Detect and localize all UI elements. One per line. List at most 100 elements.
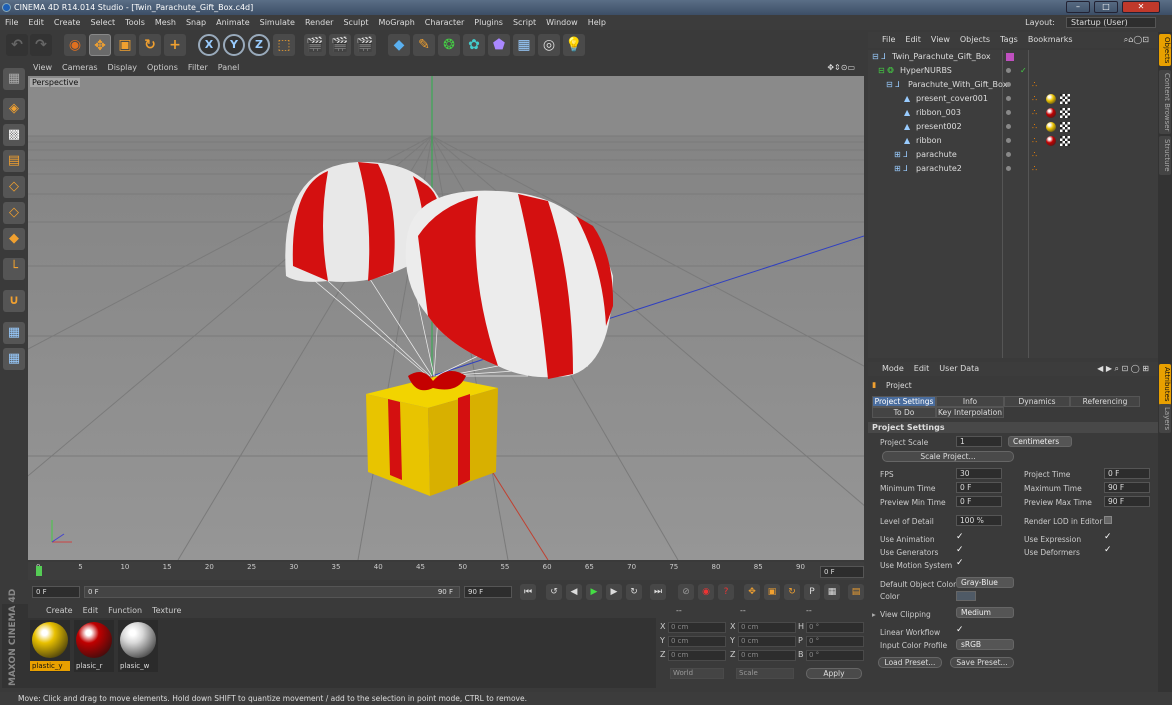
use-generators-checkbox[interactable]: ✓ [956, 545, 964, 555]
pos-z-field[interactable]: 0 cm [668, 650, 726, 661]
camera-icon[interactable]: ◎ [538, 34, 560, 56]
rot-b-field[interactable]: 0 ° [806, 650, 864, 661]
min-time-field[interactable]: 0 F [956, 482, 1002, 493]
visibility-dot[interactable] [1006, 110, 1011, 115]
menu-plugins[interactable]: Plugins [469, 15, 508, 30]
color-swatch[interactable] [956, 591, 976, 601]
obj-menu-bookmarks[interactable]: Bookmarks [1023, 32, 1078, 48]
attr-nav-icons[interactable]: ◀ ▶ ⌕ ⊡ ◯ ⊞ [1092, 362, 1154, 376]
pos-x-field[interactable]: 0 cm [668, 622, 726, 633]
grid-workplane-icon[interactable]: ▦ [3, 322, 25, 344]
viewport-menu-cameras[interactable]: Cameras [57, 60, 103, 76]
scale-tool-icon[interactable]: ▣ [114, 34, 136, 56]
3d-viewport[interactable]: Perspective [28, 76, 864, 560]
texture-tag-icon[interactable] [1060, 136, 1070, 146]
use-deformers-checkbox[interactable]: ✓ [1104, 545, 1112, 555]
viewport-menu-display[interactable]: Display [103, 60, 143, 76]
texture-tag-icon[interactable] [1060, 94, 1070, 104]
goto-start-icon[interactable]: ⏮ [520, 584, 536, 600]
visibility-dot[interactable] [1006, 152, 1011, 157]
snap-icon[interactable]: ∪ [3, 290, 25, 312]
layout-dropdown[interactable]: Startup (User) [1066, 17, 1156, 28]
material-tag-icon[interactable] [1046, 122, 1056, 132]
key-position-icon[interactable]: ✥ [744, 584, 760, 600]
material-tag-icon[interactable] [1046, 108, 1056, 118]
timeline-ruler[interactable]: 051015202530354045505560657075808590 0 F [28, 562, 864, 580]
prev-frame-icon[interactable]: ◀ [566, 584, 582, 600]
default-color-dropdown[interactable]: Gray-Blue [956, 577, 1014, 588]
spline-pen-icon[interactable]: ✎ [413, 34, 435, 56]
object-row[interactable]: ⊟ ⅃ Parachute_With_Gift_Box ∴ [868, 78, 1158, 92]
array-icon[interactable]: ✿ [463, 34, 485, 56]
material-swatch[interactable]: plasic_r [74, 620, 114, 672]
z-axis-lock-icon[interactable]: Z [248, 34, 270, 56]
viewport-menu-filter[interactable]: Filter [183, 60, 213, 76]
goto-end-icon[interactable]: ⏭ [650, 584, 666, 600]
tab-project-settings[interactable]: Project Settings [872, 396, 936, 407]
texture-mode-icon[interactable]: ▩ [3, 124, 25, 146]
coordinate-system-icon[interactable]: ⬚ [273, 34, 295, 56]
visibility-dot[interactable] [1006, 124, 1011, 129]
autokey-icon[interactable]: ◉ [698, 584, 714, 600]
use-expression-checkbox[interactable]: ✓ [1104, 532, 1112, 542]
linear-workflow-checkbox[interactable]: ✓ [956, 625, 964, 635]
size-y-field[interactable]: 0 cm [738, 636, 796, 647]
menu-help[interactable]: Help [583, 15, 611, 30]
light-icon[interactable]: 💡 [563, 34, 585, 56]
cube-object-icon[interactable]: ◆ [388, 34, 410, 56]
material-tag-icon[interactable] [1046, 136, 1056, 146]
viewport-nav-icons[interactable]: ✥⇕⊙▭ [822, 60, 860, 76]
close-button[interactable]: ✕ [1122, 1, 1160, 13]
rot-p-field[interactable]: 0 ° [806, 636, 864, 647]
attr-menu-userdata[interactable]: User Data [934, 362, 984, 376]
attr-menu-mode[interactable]: Mode [868, 362, 909, 376]
tab-to-do[interactable]: To Do [872, 407, 936, 418]
use-animation-checkbox[interactable]: ✓ [956, 532, 964, 542]
coord-scale-dropdown[interactable]: Scale [736, 668, 794, 679]
undo-icon[interactable]: ↶ [6, 34, 28, 56]
enabled-check-icon[interactable]: ✓ [1020, 64, 1027, 78]
timeline-window-icon[interactable]: ▤ [848, 584, 864, 600]
maximize-button[interactable]: □ [1094, 1, 1118, 13]
apply-button[interactable]: Apply [806, 668, 862, 679]
menu-animate[interactable]: Animate [211, 15, 255, 30]
rotate-tool-icon[interactable]: ↻ [139, 34, 161, 56]
obj-menu-tags[interactable]: Tags [995, 32, 1023, 48]
tab-layers[interactable]: Layers [1159, 404, 1171, 434]
floor-icon[interactable]: ▦ [513, 34, 535, 56]
recent-tools-icon[interactable]: + [164, 34, 186, 56]
redo-icon[interactable]: ↷ [30, 34, 52, 56]
attr-menu-edit[interactable]: Edit [909, 362, 935, 376]
tab-referencing[interactable]: Referencing [1070, 396, 1140, 407]
deformer-icon[interactable]: ⬟ [488, 34, 510, 56]
material-swatch[interactable]: plastic_y [30, 620, 70, 672]
object-row[interactable]: ⊟ ❂ HyperNURBS ✓ [868, 64, 1158, 78]
live-selection-icon[interactable]: ◉ [64, 34, 86, 56]
obj-menu-edit[interactable]: Edit [900, 32, 926, 48]
coord-mode-dropdown[interactable]: World [670, 668, 724, 679]
menu-mesh[interactable]: Mesh [150, 15, 181, 30]
texture-tag-icon[interactable] [1060, 108, 1070, 118]
menu-file[interactable]: File [0, 15, 23, 30]
menu-tools[interactable]: Tools [120, 15, 150, 30]
visibility-dot[interactable] [1006, 138, 1011, 143]
texture-tag-icon[interactable] [1060, 122, 1070, 132]
make-editable-icon[interactable]: ▦ [3, 68, 25, 90]
preview-max-field[interactable]: 90 F [1104, 496, 1150, 507]
tab-info[interactable]: Info [936, 396, 1004, 407]
size-z-field[interactable]: 0 cm [738, 650, 796, 661]
object-row[interactable]: ▲ present002 ∴ [868, 120, 1158, 134]
object-row[interactable]: ▲ ribbon ∴ [868, 134, 1158, 148]
x-axis-lock-icon[interactable]: X [198, 34, 220, 56]
menu-mograph[interactable]: MoGraph [373, 15, 419, 30]
play-icon[interactable]: ▶ [586, 584, 602, 600]
material-tag-icon[interactable] [1046, 94, 1056, 104]
project-scale-unit-dropdown[interactable]: Centimeters [1008, 436, 1072, 447]
object-row[interactable]: ▲ ribbon_003 ∴ [868, 106, 1158, 120]
keyframe-selection-icon[interactable]: ? [718, 584, 734, 600]
render-view-icon[interactable]: 🎬 [304, 34, 326, 56]
object-row[interactable]: ⊞ ⅃ parachute ∴ [868, 148, 1158, 162]
pos-y-field[interactable]: 0 cm [668, 636, 726, 647]
menu-window[interactable]: Window [541, 15, 583, 30]
render-lod-checkbox[interactable] [1104, 516, 1112, 524]
